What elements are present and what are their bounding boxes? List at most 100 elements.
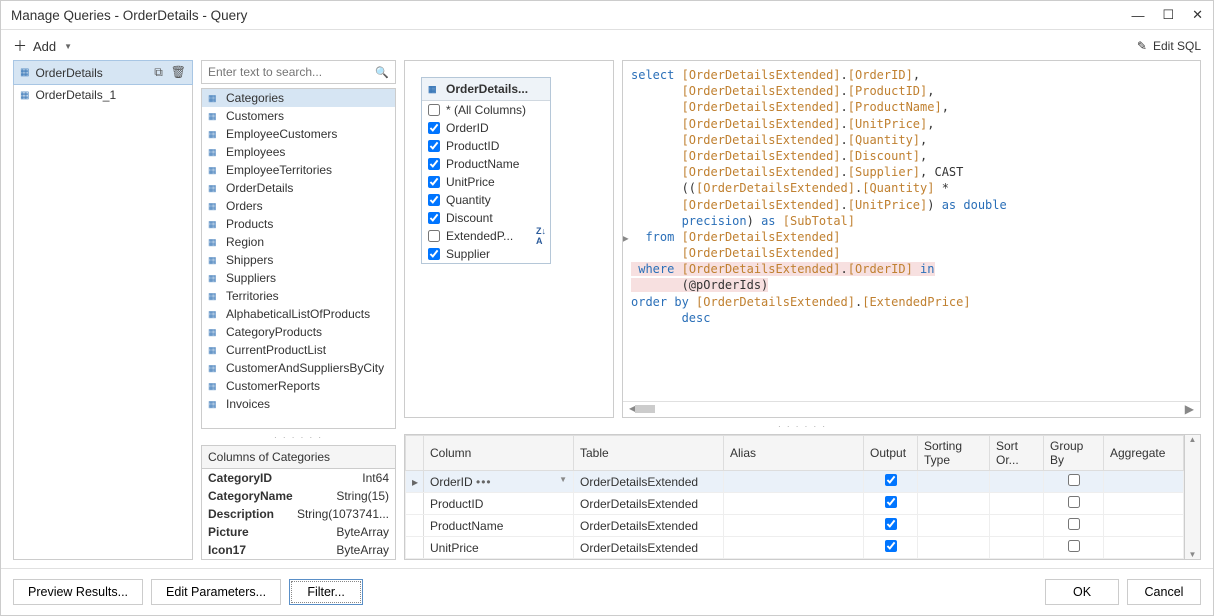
- table-row[interactable]: ▦Invoices: [202, 395, 395, 413]
- edit-sql-button[interactable]: ✎ Edit SQL: [1137, 39, 1201, 53]
- diagram-field[interactable]: Discount: [422, 209, 550, 227]
- field-checkbox[interactable]: [428, 158, 440, 170]
- filter-button[interactable]: Filter...: [289, 579, 363, 605]
- grid-sortorder-cell[interactable]: [990, 515, 1044, 537]
- table-row[interactable]: ▦Orders: [202, 197, 395, 215]
- grid-sortingtype-cell[interactable]: [918, 537, 990, 559]
- sql-panel[interactable]: ▶ select [OrderDetailsExtended].[OrderID…: [622, 60, 1201, 418]
- minimize-button[interactable]: —: [1131, 8, 1144, 23]
- diagram-field[interactable]: Quantity: [422, 191, 550, 209]
- grid-table-cell[interactable]: OrderDetailsExtended: [574, 471, 724, 493]
- diagram-field[interactable]: OrderID: [422, 119, 550, 137]
- grid-row[interactable]: UnitPriceOrderDetailsExtended: [406, 537, 1184, 559]
- grid-column-cell[interactable]: ProductName: [424, 515, 574, 537]
- field-checkbox[interactable]: [428, 140, 440, 152]
- table-row[interactable]: ▦AlphabeticalListOfProducts: [202, 305, 395, 323]
- grid-column-cell[interactable]: ProductID: [424, 493, 574, 515]
- ellipsis-button[interactable]: •••: [476, 475, 492, 489]
- grid-sortingtype-cell[interactable]: [918, 471, 990, 493]
- grid-groupby-cell[interactable]: [1044, 537, 1104, 559]
- table-row[interactable]: ▦Categories: [202, 89, 395, 107]
- grid-sortingtype-cell[interactable]: [918, 493, 990, 515]
- grid-sortingtype-cell[interactable]: [918, 515, 990, 537]
- grid-table-cell[interactable]: OrderDetailsExtended: [574, 493, 724, 515]
- copy-icon[interactable]: ⧉: [154, 65, 163, 80]
- grid-column-cell[interactable]: UnitPrice: [424, 537, 574, 559]
- splitter[interactable]: · · · · · ·: [201, 433, 396, 441]
- grid-groupby-cell[interactable]: [1044, 493, 1104, 515]
- grid-sortorder-cell[interactable]: [990, 493, 1044, 515]
- maximize-button[interactable]: ☐: [1162, 7, 1174, 23]
- table-row[interactable]: ▦Suppliers: [202, 269, 395, 287]
- diagram-field[interactable]: * (All Columns): [422, 101, 550, 119]
- table-row[interactable]: ▦EmployeeTerritories: [202, 161, 395, 179]
- preview-results-button[interactable]: Preview Results...: [13, 579, 143, 605]
- grid-aggregate-cell[interactable]: [1104, 493, 1184, 515]
- close-button[interactable]: ✕: [1192, 7, 1203, 23]
- table-row[interactable]: ▦CurrentProductList: [202, 341, 395, 359]
- query-item[interactable]: ▦OrderDetails_1: [14, 84, 192, 106]
- grid-header[interactable]: Output: [864, 436, 918, 471]
- dropdown-icon[interactable]: ▼: [559, 475, 567, 484]
- tables-list[interactable]: ▦Categories▦Customers▦EmployeeCustomers▦…: [201, 88, 396, 429]
- diagram-field[interactable]: ProductName: [422, 155, 550, 173]
- grid-sortorder-cell[interactable]: [990, 537, 1044, 559]
- grid-alias-cell[interactable]: [724, 537, 864, 559]
- grid-row[interactable]: ProductNameOrderDetailsExtended: [406, 515, 1184, 537]
- edit-parameters-button[interactable]: Edit Parameters...: [151, 579, 281, 605]
- grid-header[interactable]: Column: [424, 436, 574, 471]
- grid-vertical-scrollbar[interactable]: ▲▼: [1185, 434, 1201, 560]
- cancel-button[interactable]: Cancel: [1127, 579, 1201, 605]
- table-row[interactable]: ▦Region: [202, 233, 395, 251]
- table-row[interactable]: ▦EmployeeCustomers: [202, 125, 395, 143]
- grid-aggregate-cell[interactable]: [1104, 515, 1184, 537]
- grid-header[interactable]: Alias: [724, 436, 864, 471]
- grid-header[interactable]: Sort Or...: [990, 436, 1044, 471]
- sql-horizontal-scrollbar[interactable]: ◀ ▶: [623, 401, 1200, 415]
- diagram-field[interactable]: UnitPrice: [422, 173, 550, 191]
- diagram-field[interactable]: Supplier: [422, 245, 550, 263]
- diagram-field[interactable]: ExtendedP...Z↓A: [422, 227, 550, 245]
- table-row[interactable]: ▦Territories: [202, 287, 395, 305]
- grid-table-cell[interactable]: OrderDetailsExtended: [574, 537, 724, 559]
- field-checkbox[interactable]: [428, 194, 440, 206]
- table-row[interactable]: ▦Customers: [202, 107, 395, 125]
- field-checkbox[interactable]: [428, 212, 440, 224]
- table-row[interactable]: ▦CustomerAndSuppliersByCity: [202, 359, 395, 377]
- grid-header[interactable]: Aggregate: [1104, 436, 1184, 471]
- grid-column-cell[interactable]: OrderID ▼ •••: [424, 471, 574, 493]
- table-row[interactable]: ▦CategoryProducts: [202, 323, 395, 341]
- grid-output-cell[interactable]: [864, 515, 918, 537]
- grid-groupby-cell[interactable]: [1044, 471, 1104, 493]
- delete-icon[interactable]: 🗑: [171, 65, 186, 80]
- grid-row[interactable]: ProductIDOrderDetailsExtended: [406, 493, 1184, 515]
- grid-row[interactable]: ▸OrderID ▼ •••OrderDetailsExtended: [406, 471, 1184, 493]
- ok-button[interactable]: OK: [1045, 579, 1119, 605]
- field-checkbox[interactable]: [428, 248, 440, 260]
- field-checkbox[interactable]: [428, 176, 440, 188]
- field-checkbox[interactable]: [428, 104, 440, 116]
- table-row[interactable]: ▦Shippers: [202, 251, 395, 269]
- grid-aggregate-cell[interactable]: [1104, 537, 1184, 559]
- table-row[interactable]: ▦CustomerReports: [202, 377, 395, 395]
- grid-table-cell[interactable]: OrderDetailsExtended: [574, 515, 724, 537]
- search-icon[interactable]: 🔍: [375, 66, 389, 79]
- search-input[interactable]: [202, 61, 395, 83]
- grid-output-cell[interactable]: [864, 537, 918, 559]
- grid-header[interactable]: Sorting Type: [918, 436, 990, 471]
- grid-header[interactable]: Group By: [1044, 436, 1104, 471]
- columns-grid[interactable]: ColumnTableAliasOutputSorting TypeSort O…: [404, 434, 1185, 560]
- diagram-table-box[interactable]: ▦ OrderDetails... * (All Columns)OrderID…: [421, 77, 551, 264]
- grid-aggregate-cell[interactable]: [1104, 471, 1184, 493]
- table-row[interactable]: ▦Employees: [202, 143, 395, 161]
- table-row[interactable]: ▦Products: [202, 215, 395, 233]
- grid-alias-cell[interactable]: [724, 471, 864, 493]
- field-checkbox[interactable]: [428, 122, 440, 134]
- grid-alias-cell[interactable]: [724, 515, 864, 537]
- grid-output-cell[interactable]: [864, 471, 918, 493]
- grid-sortorder-cell[interactable]: [990, 471, 1044, 493]
- grid-alias-cell[interactable]: [724, 493, 864, 515]
- grid-header[interactable]: Table: [574, 436, 724, 471]
- diagram-field[interactable]: ProductID: [422, 137, 550, 155]
- add-button[interactable]: ＋ Add ▼: [13, 36, 72, 56]
